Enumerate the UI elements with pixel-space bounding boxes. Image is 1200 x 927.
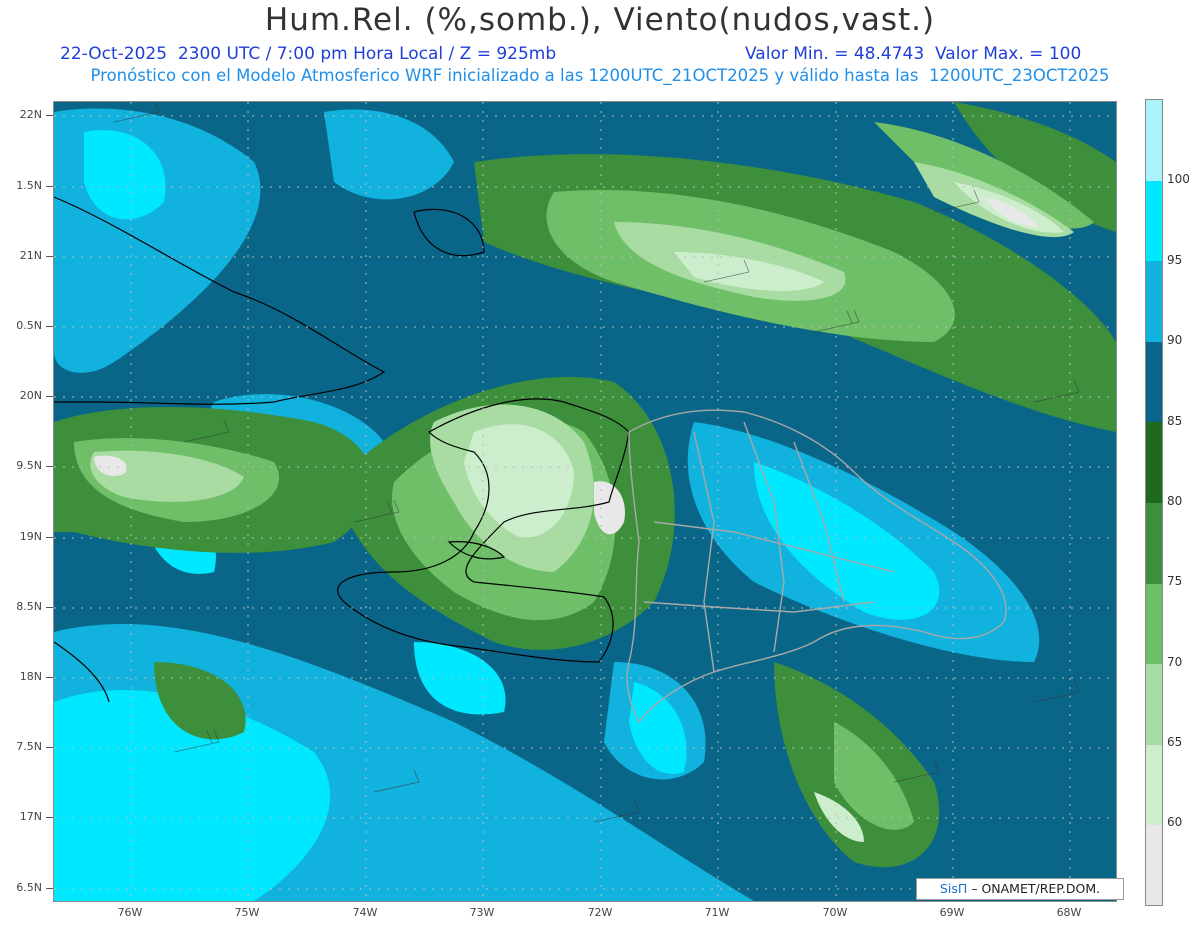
lat-tick (46, 888, 53, 889)
lat-tick (46, 747, 53, 748)
lon-label: 69W (939, 906, 965, 919)
lon-label: 70W (822, 906, 848, 919)
lon-label: 72W (587, 906, 613, 919)
lat-label: 6.5N (16, 881, 42, 894)
colorbar-label: 100 (1167, 172, 1190, 186)
lat-label: 17N (19, 810, 42, 823)
lat-label: 19N (19, 530, 42, 543)
lon-label: 68W (1056, 906, 1082, 919)
lon-label: 74W (352, 906, 378, 919)
lat-tick (46, 537, 53, 538)
colorbar-segment (1146, 825, 1162, 905)
colorbar-segment (1146, 100, 1162, 181)
colorbar-label: 65 (1167, 735, 1183, 749)
lat-label: 20N (19, 389, 42, 402)
colorbar-segment (1146, 664, 1162, 745)
colorbar-segment (1146, 584, 1162, 664)
colorbar-label: 75 (1167, 574, 1183, 588)
lon-label: 76W (117, 906, 143, 919)
humidity-map (53, 101, 1117, 902)
colorbar-label: 70 (1167, 655, 1183, 669)
humidity-colorbar (1145, 99, 1163, 906)
colorbar-segment (1146, 422, 1162, 503)
colorbar-segment (1146, 342, 1162, 422)
lat-label: 22N (19, 108, 42, 121)
lat-tick (46, 607, 53, 608)
lat-tick (46, 817, 53, 818)
map-title: Hum.Rel. (%,somb.), Viento(nudos,vast.) (264, 2, 936, 38)
lat-label: 8.5N (16, 600, 42, 613)
colorbar-label: 80 (1167, 494, 1183, 508)
credits-badge: SisΠ – ONAMET/REP.DOM. (916, 878, 1124, 900)
forecast-datetime: 22-Oct-2025 2300 UTC / 7:00 pm Hora Loca… (60, 44, 557, 64)
colorbar-label: 90 (1167, 333, 1183, 347)
lat-tick (46, 256, 53, 257)
colorbar-segment (1146, 745, 1162, 825)
model-description: Pronóstico con el Modelo Atmosferico WRF… (90, 66, 1110, 85)
lat-label: 0.5N (16, 319, 42, 332)
lat-label: 1.5N (16, 179, 42, 192)
lat-label: 18N (19, 670, 42, 683)
value-min-max: Valor Min. = 48.4743 Valor Max. = 100 (745, 44, 1082, 64)
lat-tick (46, 186, 53, 187)
credits-org: – ONAMET/REP.DOM. (971, 881, 1101, 896)
lat-tick (46, 466, 53, 467)
lat-tick (46, 326, 53, 327)
colorbar-label: 85 (1167, 414, 1183, 428)
map-canvas (54, 102, 1116, 901)
colorbar-segment (1146, 503, 1162, 584)
lat-label: 21N (19, 249, 42, 262)
lat-label: 9.5N (16, 459, 42, 472)
colorbar-segment (1146, 261, 1162, 342)
colorbar-label: 95 (1167, 253, 1183, 267)
colorbar-segment (1146, 181, 1162, 261)
lat-tick (46, 115, 53, 116)
lat-tick (46, 396, 53, 397)
lon-label: 73W (469, 906, 495, 919)
lon-label: 71W (704, 906, 730, 919)
credits-brand: SisΠ (939, 881, 968, 896)
lat-label: 7.5N (16, 740, 42, 753)
colorbar-label: 60 (1167, 815, 1183, 829)
lat-tick (46, 677, 53, 678)
lon-label: 75W (234, 906, 260, 919)
